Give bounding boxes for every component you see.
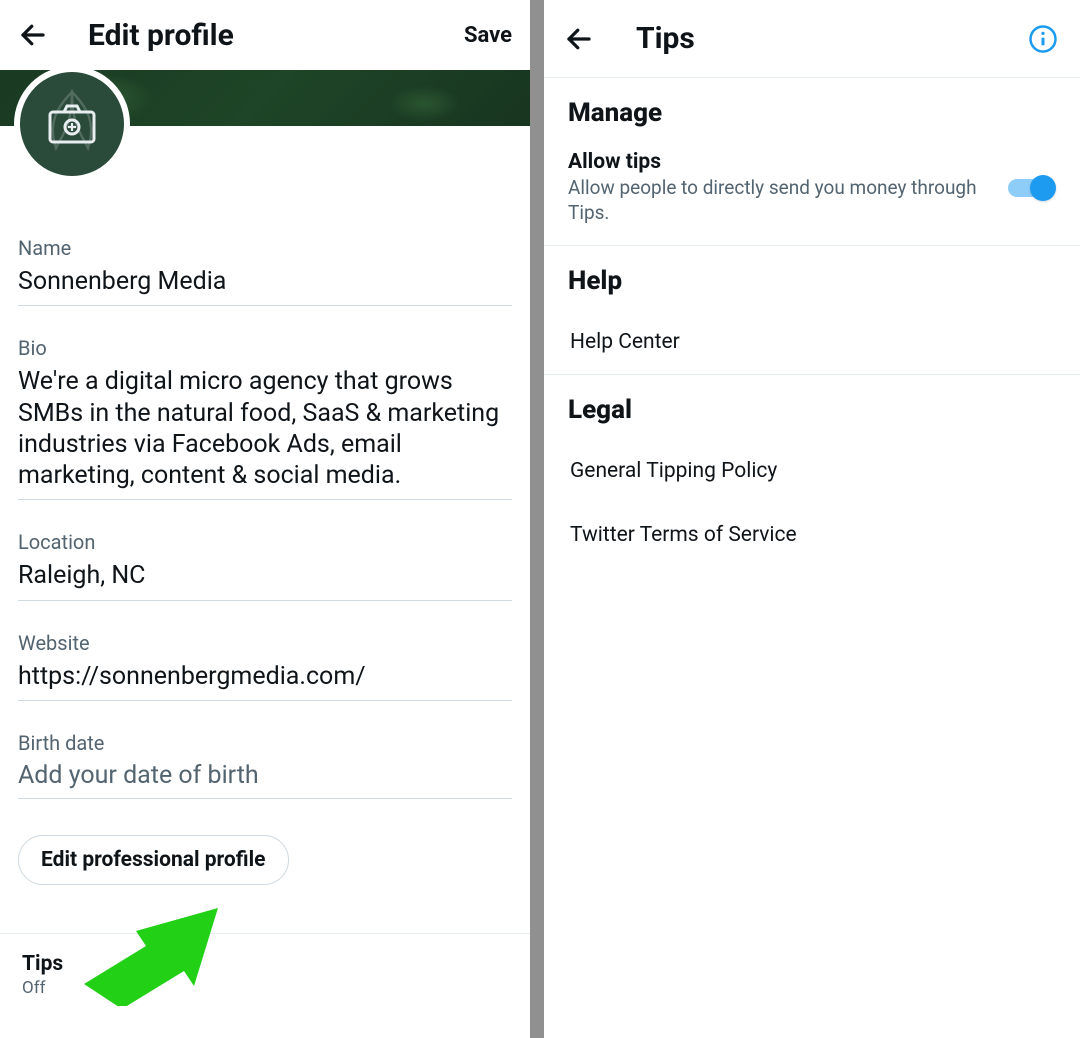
screens-divider — [530, 0, 544, 1038]
tips-screen: Tips Manage Allow tips Allow people to d… — [544, 0, 1080, 1038]
location-label: Location — [18, 530, 512, 554]
help-center-link[interactable]: Help Center — [544, 310, 1080, 374]
toggle-thumb — [1030, 175, 1056, 201]
birth-placeholder: Add your date of birth — [18, 761, 512, 790]
allow-tips-toggle[interactable] — [1004, 174, 1056, 202]
name-label: Name — [18, 236, 512, 260]
name-field[interactable]: Name Sonnenberg Media — [18, 236, 512, 306]
camera-add-icon — [48, 104, 96, 144]
website-label: Website — [18, 631, 512, 655]
bio-field[interactable]: Bio We're a digital micro agency that gr… — [18, 336, 512, 500]
birth-field[interactable]: Birth date Add your date of birth — [18, 731, 512, 799]
tips-status: Off — [22, 978, 508, 998]
general-tipping-policy-link[interactable]: General Tipping Policy — [544, 439, 1080, 503]
arrow-left-icon — [18, 20, 48, 50]
name-value: Sonnenberg Media — [18, 266, 512, 297]
back-button[interactable] — [564, 24, 604, 54]
twitter-tos-link[interactable]: Twitter Terms of Service — [544, 503, 1080, 567]
location-field[interactable]: Location Raleigh, NC — [18, 530, 512, 600]
arrow-left-icon — [564, 24, 594, 54]
bio-value: We're a digital micro agency that grows … — [18, 366, 512, 491]
tips-row[interactable]: Tips Off — [0, 934, 530, 1008]
allow-tips-row: Allow tips Allow people to directly send… — [544, 142, 1080, 246]
avatar-edit[interactable] — [14, 66, 130, 182]
tips-header: Tips — [544, 0, 1080, 78]
manage-section-header: Manage — [544, 78, 1080, 142]
help-section-header: Help — [544, 246, 1080, 310]
back-button[interactable] — [18, 20, 58, 50]
edit-professional-button[interactable]: Edit professional profile — [18, 835, 289, 885]
edit-profile-header: Edit profile Save — [0, 0, 530, 70]
page-title: Edit profile — [88, 18, 464, 53]
website-field[interactable]: Website https://sonnenbergmedia.com/ — [18, 631, 512, 701]
info-button[interactable] — [1026, 22, 1060, 56]
avatar — [20, 72, 124, 176]
page-title: Tips — [636, 21, 1026, 56]
allow-tips-desc: Allow people to directly send you money … — [568, 176, 992, 225]
allow-tips-title: Allow tips — [568, 150, 992, 174]
location-value: Raleigh, NC — [18, 560, 512, 591]
info-icon — [1028, 24, 1058, 54]
birth-label: Birth date — [18, 731, 512, 755]
edit-profile-screen: Edit profile Save Name Sonnenberg Media … — [0, 0, 530, 1038]
save-button[interactable]: Save — [464, 23, 512, 48]
profile-banner[interactable] — [0, 70, 530, 126]
website-value: https://sonnenbergmedia.com/ — [18, 661, 512, 692]
tips-label: Tips — [22, 952, 508, 976]
legal-section-header: Legal — [544, 375, 1080, 439]
bio-label: Bio — [18, 336, 512, 360]
